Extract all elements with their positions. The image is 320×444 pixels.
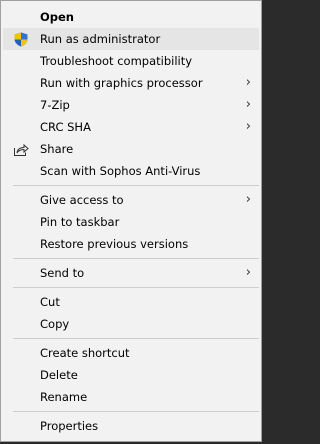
menu-item-label: Restore previous versions: [40, 237, 189, 251]
menu-item-label: Send to: [40, 266, 85, 280]
menu-item-copy[interactable]: Copy: [3, 313, 259, 335]
chevron-right-icon: ›: [245, 119, 251, 134]
menu-item-pin-to-taskbar[interactable]: Pin to taskbar: [3, 211, 259, 233]
menu-separator: [13, 411, 259, 412]
menu-item-7zip[interactable]: 7-Zip ›: [3, 94, 259, 116]
menu-item-label: Cut: [40, 295, 60, 309]
menu-item-label: Run with graphics processor: [40, 76, 203, 90]
menu-separator: [13, 185, 259, 186]
menu-item-label: Properties: [40, 419, 99, 433]
menu-item-rename[interactable]: Rename: [3, 386, 259, 408]
menu-item-crc-sha[interactable]: CRC SHA ›: [3, 116, 259, 138]
menu-separator: [13, 338, 259, 339]
menu-item-send-to[interactable]: Send to ›: [3, 262, 259, 284]
chevron-right-icon: ›: [245, 97, 251, 112]
menu-item-restore-previous-versions[interactable]: Restore previous versions: [3, 233, 259, 255]
menu-item-create-shortcut[interactable]: Create shortcut: [3, 342, 259, 364]
menu-item-give-access-to[interactable]: Give access to ›: [3, 189, 259, 211]
menu-item-label: Copy: [40, 317, 70, 331]
menu-item-share[interactable]: Share: [3, 138, 259, 160]
menu-item-run-with-graphics-processor[interactable]: Run with graphics processor ›: [3, 72, 259, 94]
menu-item-open[interactable]: Open: [3, 6, 259, 28]
uac-shield-icon: [13, 32, 29, 47]
menu-item-label: Delete: [40, 368, 78, 382]
menu-item-scan-sophos[interactable]: Scan with Sophos Anti-Virus: [3, 160, 259, 182]
menu-item-label: Troubleshoot compatibility: [40, 54, 193, 68]
menu-item-label: 7-Zip: [40, 98, 70, 112]
share-icon: [13, 142, 29, 156]
menu-item-label: Scan with Sophos Anti-Virus: [40, 164, 201, 178]
chevron-right-icon: ›: [245, 192, 251, 207]
menu-item-label: CRC SHA: [40, 120, 91, 134]
chevron-right-icon: ›: [245, 75, 251, 90]
context-menu: Open Run as administrator Troubleshoot c…: [0, 0, 262, 442]
menu-item-label: Give access to: [40, 193, 124, 207]
menu-item-label: Pin to taskbar: [40, 215, 120, 229]
menu-item-label: Open: [40, 10, 74, 24]
menu-item-delete[interactable]: Delete: [3, 364, 259, 386]
menu-item-troubleshoot-compatibility[interactable]: Troubleshoot compatibility: [3, 50, 259, 72]
menu-item-properties[interactable]: Properties: [3, 415, 259, 437]
menu-item-label: Create shortcut: [40, 346, 130, 360]
menu-separator: [13, 287, 259, 288]
menu-item-label: Run as administrator: [40, 32, 161, 46]
menu-item-cut[interactable]: Cut: [3, 291, 259, 313]
menu-separator: [13, 258, 259, 259]
menu-item-run-as-administrator[interactable]: Run as administrator: [3, 28, 259, 50]
menu-item-label: Rename: [40, 390, 88, 404]
chevron-right-icon: ›: [245, 265, 251, 280]
menu-item-label: Share: [40, 142, 74, 156]
